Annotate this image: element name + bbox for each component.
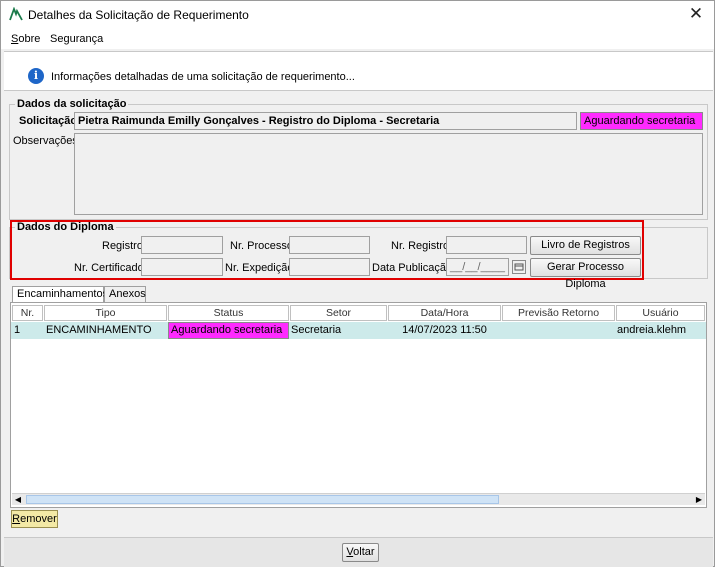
dados-solicitacao-group: Dados da solicitação Solicitação: Pietra… <box>9 98 708 220</box>
nr-registro-field[interactable] <box>446 236 527 254</box>
col-header-tipo[interactable]: Tipo <box>44 305 167 321</box>
cell-usuario: andreia.klehm <box>617 324 687 336</box>
nr-certificado-label: Nr. Certificado: <box>74 262 147 274</box>
col-header-nr[interactable]: Nr. <box>12 305 43 321</box>
livro-registros-button[interactable]: Livro de Registros <box>530 236 641 255</box>
menu-sobre[interactable]: Sobre <box>11 33 40 45</box>
close-icon[interactable]: ✕ <box>686 4 706 24</box>
nr-expedicao-label: Nr. Expedição: <box>225 262 297 274</box>
encaminhamentos-table: Nr. Tipo Status Setor Data/Hora Previsão… <box>10 302 707 508</box>
col-header-data-hora[interactable]: Data/Hora <box>388 305 501 321</box>
horizontal-scrollbar[interactable]: ◀ ▶ <box>12 493 705 505</box>
nr-processo-label: Nr. Processo: <box>230 240 297 252</box>
status-badge: Aguardando secretaria <box>580 112 703 130</box>
registro-label: Registro: <box>102 240 147 252</box>
data-publicacao-placeholder: __/__/____ <box>450 261 506 273</box>
status-badge-text: Aguardando secretaria <box>584 115 696 127</box>
nr-processo-field[interactable] <box>289 236 370 254</box>
app-logo-icon <box>9 7 23 21</box>
scrollbar-thumb[interactable] <box>26 495 499 504</box>
title-bar: Detalhes da Solicitação de Requerimento … <box>1 1 714 29</box>
solicitacao-field: Pietra Raimunda Emilly Gonçalves - Regis… <box>74 112 577 130</box>
registro-field[interactable] <box>141 236 223 254</box>
cell-status: Aguardando secretaria <box>168 322 289 339</box>
col-header-setor[interactable]: Setor <box>290 305 387 321</box>
menu-bar: Sobre Segurança <box>1 29 714 49</box>
scroll-left-icon[interactable]: ◀ <box>12 494 24 506</box>
table-row[interactable]: 1 ENCAMINHAMENTO Aguardando secretaria S… <box>11 322 706 339</box>
nr-registro-label: Nr. Registro: <box>391 240 453 252</box>
nr-certificado-field[interactable] <box>141 258 223 276</box>
cell-tipo: ENCAMINHAMENTO <box>46 324 152 336</box>
nr-expedicao-field[interactable] <box>289 258 370 276</box>
cell-nr: 1 <box>14 324 21 336</box>
menu-seguranca[interactable]: Segurança <box>50 33 103 45</box>
data-publicacao-field[interactable]: __/__/____ <box>446 258 509 276</box>
cell-setor: Secretaria <box>291 324 342 336</box>
dados-solicitacao-legend: Dados da solicitação <box>15 98 129 110</box>
dialog-window: Detalhes da Solicitação de Requerimento … <box>0 0 715 567</box>
info-banner: i Informações detalhadas de uma solicita… <box>4 51 713 91</box>
data-publicacao-label: Data Publicação: <box>372 262 456 274</box>
cell-data-hora: 14/07/2023 11:50 <box>402 324 487 336</box>
col-header-status[interactable]: Status <box>168 305 289 321</box>
solicitacao-value: Pietra Raimunda Emilly Gonçalves - Regis… <box>78 115 440 127</box>
window-title: Detalhes da Solicitação de Requerimento <box>28 8 249 22</box>
info-text: Informações detalhadas de uma solicitaçã… <box>51 71 355 83</box>
solicitacao-label: Solicitação: <box>19 115 81 127</box>
tab-encaminhamentos[interactable]: Encaminhamentos <box>12 286 108 303</box>
voltar-button[interactable]: Voltar <box>342 543 379 562</box>
info-icon: i <box>28 68 44 84</box>
col-header-previsao-retorno[interactable]: Previsão Retorno <box>502 305 615 321</box>
gerar-processo-diploma-button[interactable]: Gerar Processo Diploma <box>530 258 641 290</box>
footer-bar: Voltar <box>4 537 713 567</box>
observacoes-field[interactable] <box>74 133 703 215</box>
col-header-usuario[interactable]: Usuário <box>616 305 705 321</box>
tab-anexos[interactable]: Anexos <box>104 286 146 302</box>
cell-previsao-retorno <box>502 322 615 339</box>
remover-button[interactable]: Remover <box>11 510 58 528</box>
calendar-icon[interactable] <box>512 260 526 274</box>
observacoes-label: Observações: <box>13 135 81 147</box>
scroll-right-icon[interactable]: ▶ <box>693 494 705 506</box>
